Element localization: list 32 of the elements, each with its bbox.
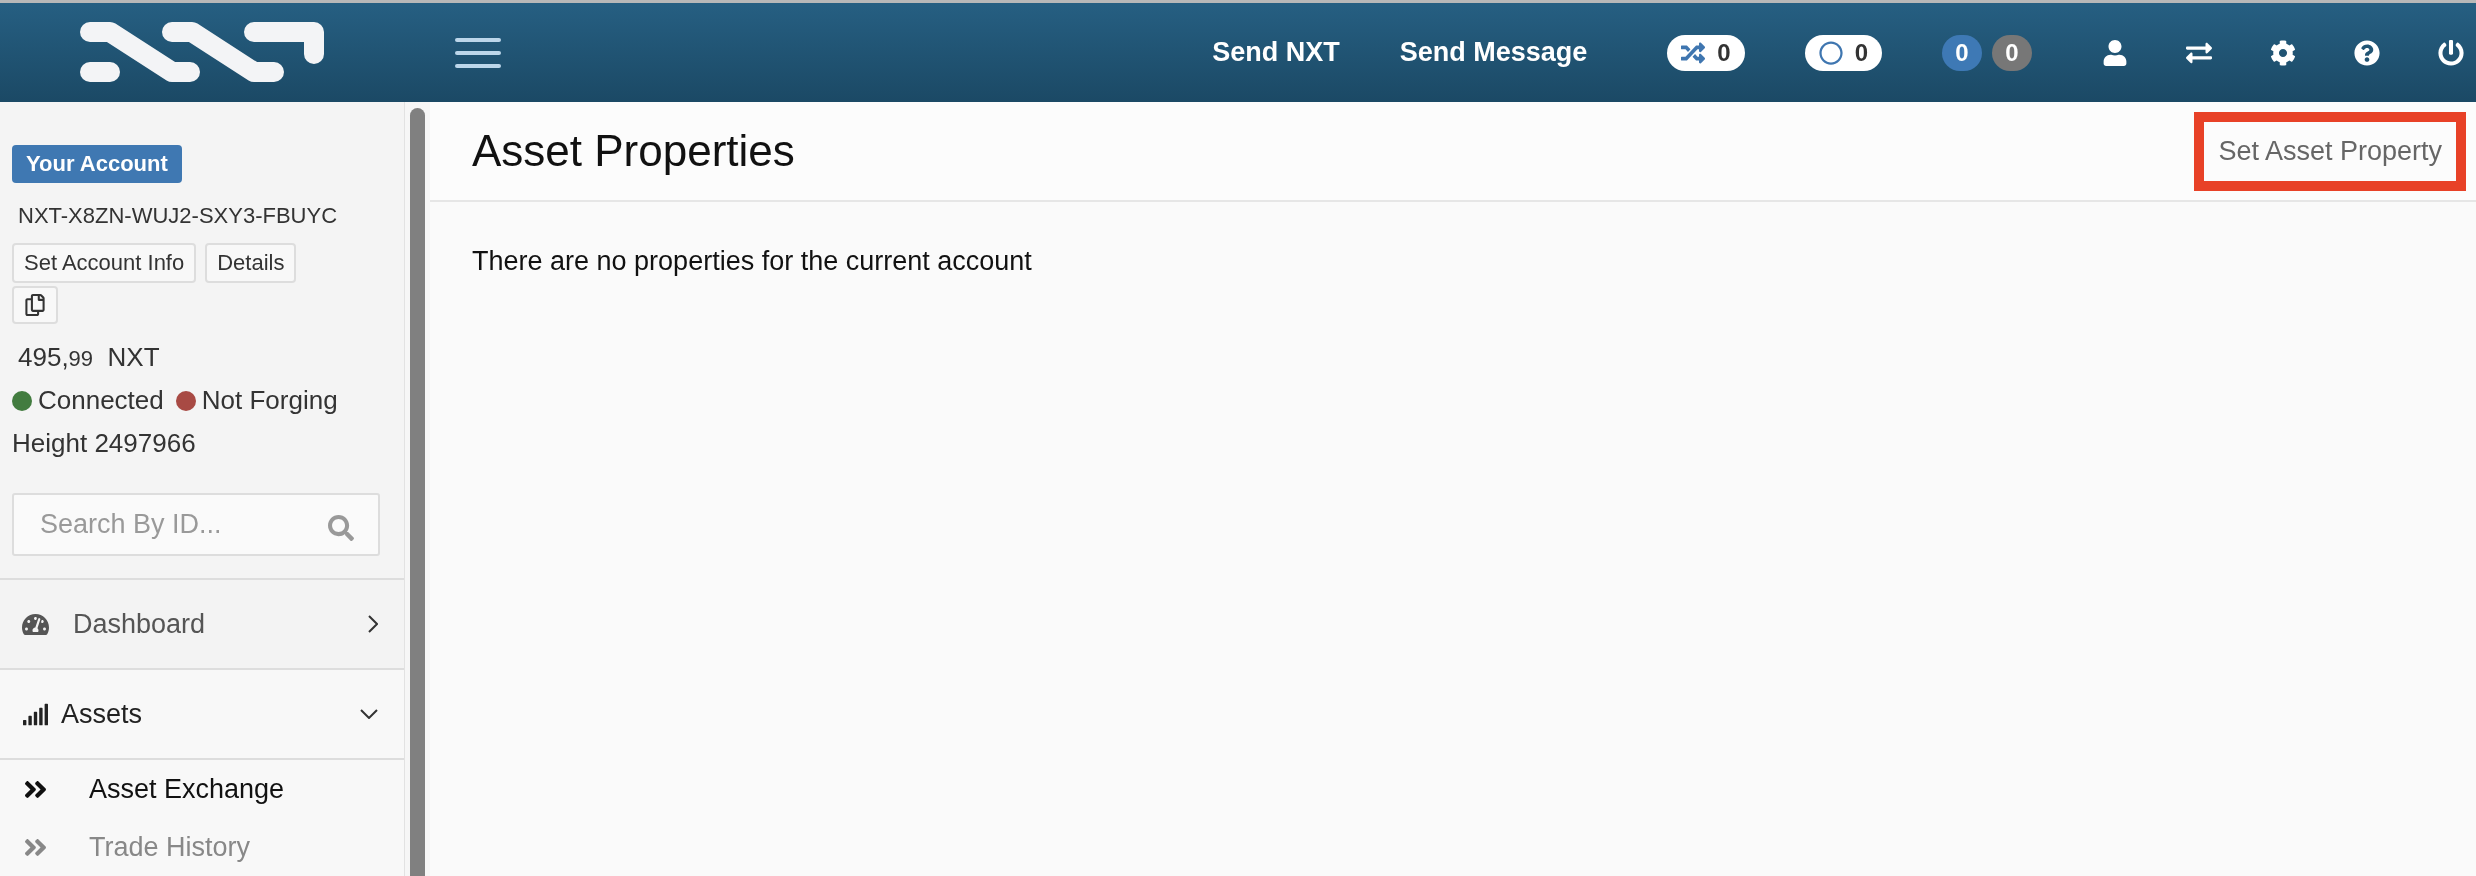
count-badge[interactable]: 0 bbox=[1992, 34, 2032, 71]
block-height: Height 2497966 bbox=[12, 428, 196, 459]
nav-link[interactable]: Send NXT bbox=[1212, 37, 1340, 68]
shuffle-icon bbox=[1681, 40, 1706, 65]
count-badge[interactable]: 0 bbox=[1667, 34, 1745, 71]
power-icon[interactable] bbox=[2438, 39, 2464, 66]
account-id: NXT-X8ZN-WUJ2-SXY3-FBUYC bbox=[18, 203, 338, 229]
user-icon[interactable] bbox=[2102, 39, 2128, 66]
menu-item[interactable]: Assets bbox=[0, 670, 404, 760]
search-icon bbox=[328, 515, 354, 541]
menu-button[interactable] bbox=[455, 37, 501, 68]
count-badge[interactable]: 0 bbox=[1804, 34, 1882, 71]
copy-button[interactable] bbox=[12, 286, 58, 324]
chevron-icon bbox=[360, 709, 378, 719]
details-button[interactable]: Details bbox=[205, 243, 297, 283]
help-icon[interactable] bbox=[2354, 39, 2380, 66]
copy-icon bbox=[24, 294, 46, 316]
account-label: Your Account bbox=[12, 145, 182, 183]
balance: 495,99 NXT bbox=[18, 342, 160, 373]
scrollbar-thumb[interactable] bbox=[410, 108, 425, 876]
set-property-button[interactable]: Set Asset Property bbox=[2194, 111, 2466, 191]
status-text: Not Forging bbox=[201, 385, 338, 416]
empty-message: There are no properties for the current account bbox=[472, 246, 1033, 277]
nav-link[interactable]: Send Message bbox=[1399, 37, 1588, 68]
search-field[interactable]: Search By ID... bbox=[12, 493, 380, 556]
submenu-item[interactable]: Asset Exchange bbox=[0, 760, 404, 818]
account-info-button[interactable]: Set Account Info bbox=[12, 243, 197, 283]
chevron-icon bbox=[368, 615, 378, 633]
status-text: Connected bbox=[38, 385, 164, 416]
page-title: Asset Properties bbox=[472, 126, 795, 176]
settings-icon[interactable] bbox=[2270, 39, 2296, 66]
count-badge[interactable]: 0 bbox=[1942, 34, 1982, 71]
